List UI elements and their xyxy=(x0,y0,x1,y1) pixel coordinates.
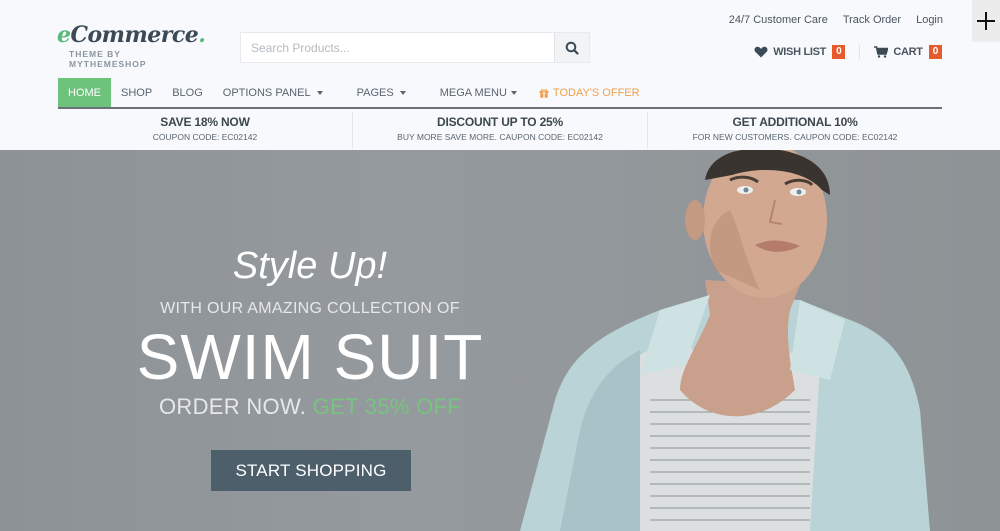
gift-icon xyxy=(539,88,549,98)
nav-item-home[interactable]: HOME xyxy=(58,78,111,107)
wishlist-button[interactable]: WISH LIST 0 xyxy=(754,45,846,59)
promo-strip: SAVE 18% NOW COUPON CODE: EC02142 DISCOU… xyxy=(58,112,942,148)
promo-subtitle: FOR NEW CUSTOMERS. CAUPON CODE: EC02142 xyxy=(692,132,898,142)
track-order-link[interactable]: Track Order xyxy=(843,14,901,26)
plus-icon xyxy=(977,12,995,30)
hero-offer-text: GET 35% OFF xyxy=(312,394,462,419)
login-link[interactable]: Login xyxy=(916,14,943,26)
header-cart-area: WISH LIST 0 CART 0 xyxy=(754,45,942,59)
corner-plus-button[interactable] xyxy=(972,0,1000,42)
nav-item-options-panel[interactable]: OPTIONS PANEL xyxy=(213,78,347,107)
cart-icon xyxy=(874,46,889,58)
search-input[interactable] xyxy=(241,33,554,62)
promo-item: GET ADDITIONAL 10% FOR NEW CUSTOMERS. CA… xyxy=(648,112,942,148)
search-icon xyxy=(565,41,579,55)
hero-script-title: Style Up! xyxy=(232,245,388,287)
logo-main-text: Commerce xyxy=(70,22,199,48)
cart-label: CART xyxy=(893,46,923,58)
nav-label: TODAY'S OFFER xyxy=(552,86,640,99)
hero-text-block: Style Up! WITH OUR AMAZING COLLECTION OF… xyxy=(130,150,490,420)
logo-dot: . xyxy=(198,22,206,48)
nav-item-todays-offer[interactable]: TODAY'S OFFER xyxy=(529,78,650,107)
hero-model-image xyxy=(520,150,930,531)
hero-headline: SWIM SUIT xyxy=(136,321,484,393)
cart-button[interactable]: CART 0 xyxy=(874,45,942,59)
heart-icon xyxy=(754,46,768,58)
search-button[interactable] xyxy=(554,33,589,62)
promo-item: SAVE 18% NOW COUPON CODE: EC02142 xyxy=(58,112,353,148)
nav-label: PAGES xyxy=(356,86,394,99)
nav-item-blog[interactable]: BLOG xyxy=(162,78,213,107)
promo-title: DISCOUNT UP TO 25% xyxy=(437,115,563,129)
nav-label: SHOP xyxy=(121,86,153,99)
hero-order-line: ORDER NOW. GET 35% OFF xyxy=(130,394,490,420)
hero-subheading: WITH OUR AMAZING COLLECTION OF xyxy=(160,300,460,317)
promo-title: SAVE 18% NOW xyxy=(160,115,250,129)
wishlist-count-badge: 0 xyxy=(832,45,846,59)
search-bar xyxy=(240,32,590,63)
nav-item-shop[interactable]: SHOP xyxy=(111,78,162,107)
nav-label: BLOG xyxy=(172,86,203,99)
customer-care-link[interactable]: 24/7 Customer Care xyxy=(729,14,828,26)
promo-title: GET ADDITIONAL 10% xyxy=(732,115,858,129)
logo[interactable]: eCommerce. THEME BY MYTHEMESHOP xyxy=(57,22,206,69)
logo-prefix: e xyxy=(57,22,71,48)
nav-label: MEGA MENU xyxy=(439,86,507,99)
nav-item-mega-menu[interactable]: MEGA MENU xyxy=(430,78,529,107)
promo-subtitle: BUY MORE SAVE MORE. CAUPON CODE: EC02142 xyxy=(397,132,603,142)
start-shopping-button[interactable]: START SHOPPING xyxy=(211,450,411,491)
caret-down-icon xyxy=(399,90,406,95)
logo-wordmark: eCommerce. xyxy=(57,22,206,48)
header: eCommerce. THEME BY MYTHEMESHOP 24/7 Cus… xyxy=(0,0,1000,150)
caret-down-icon xyxy=(510,90,517,95)
main-nav: HOME SHOP BLOG OPTIONS PANEL PAGES MEGA … xyxy=(58,78,942,109)
hero-banner: Style Up! WITH OUR AMAZING COLLECTION OF… xyxy=(0,150,1000,531)
nav-label: OPTIONS PANEL xyxy=(222,86,311,99)
promo-item: DISCOUNT UP TO 25% BUY MORE SAVE MORE. C… xyxy=(353,112,648,148)
page: eCommerce. THEME BY MYTHEMESHOP 24/7 Cus… xyxy=(0,0,1000,531)
cart-count-badge: 0 xyxy=(928,45,942,59)
nav-item-pages[interactable]: PAGES xyxy=(347,78,430,107)
cart-divider xyxy=(859,45,861,59)
hero-order-text: ORDER NOW. xyxy=(158,394,307,419)
promo-subtitle: COUPON CODE: EC02142 xyxy=(152,132,258,142)
nav-label: HOME xyxy=(68,86,101,99)
logo-tagline: THEME BY MYTHEMESHOP xyxy=(69,49,147,69)
wishlist-label: WISH LIST xyxy=(773,46,827,58)
caret-down-icon xyxy=(316,90,323,95)
top-links: 24/7 Customer Care Track Order Login xyxy=(729,14,943,26)
